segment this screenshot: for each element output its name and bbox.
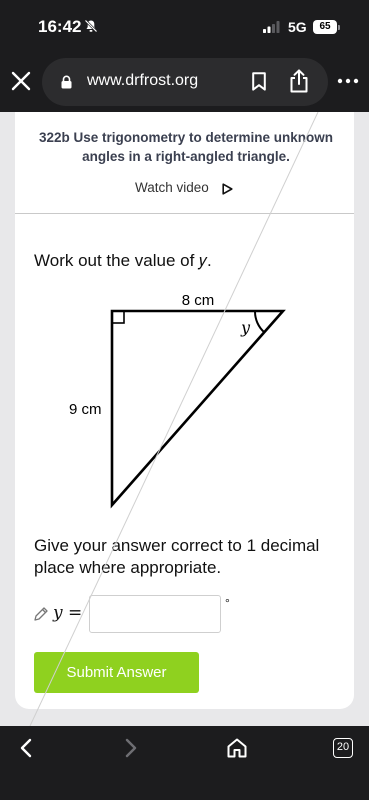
pencil-icon [34,607,48,621]
left-side-label: 9 cm [69,401,102,418]
web-page: 322b Use trigonometry to determine unkno… [0,112,369,726]
back-arrow-icon[interactable] [17,738,35,758]
close-icon[interactable] [10,70,32,92]
watch-video-link[interactable]: Watch video [135,180,209,195]
status-bar: 16:42 5G 65 [0,0,369,52]
share-icon[interactable] [289,69,309,93]
phone-screen: 16:42 5G 65 www.drfrost.org 322b Use tri… [0,0,369,800]
angle-arc [253,310,266,334]
tab-count-button[interactable]: 20 [333,738,353,758]
browser-bottom-nav: 20 [0,726,369,800]
home-icon[interactable] [226,737,248,759]
bookmark-icon[interactable] [252,72,266,91]
bell-mute-icon [84,19,98,33]
lock-icon [61,75,72,89]
right-triangle [110,309,286,509]
right-angle-marker [111,310,125,324]
top-side-label: 8 cm [182,292,215,309]
triangle-diagram: 8 cm 9 cm y [69,292,286,509]
task-title: 322b Use trigonometry to determine unkno… [38,130,334,164]
battery-tip [338,25,340,30]
answer-instruction: Give your answer correct to 1 decimal pl… [34,536,320,577]
angle-label: y [240,318,251,337]
battery-indicator: 65 [313,20,337,34]
play-icon[interactable] [222,183,233,195]
task-header: 322b Use trigonometry to determine unkno… [15,112,354,214]
submit-answer-button[interactable]: Submit Answer [34,652,199,693]
answer-variable-label: 𝑦 = [53,603,83,623]
url-text: www.drfrost.org [87,72,199,89]
answer-input[interactable] [89,595,221,633]
more-options-icon[interactable] [337,77,359,85]
status-time: 16:42 [38,17,82,36]
question-prompt: Work out the value of 𝑦. [34,251,212,270]
address-bar[interactable]: www.drfrost.org [42,58,328,106]
cellular-signal-icon [263,21,280,33]
question-card: 322b Use trigonometry to determine unkno… [15,112,354,709]
network-type: 5G [288,19,307,35]
degree-unit: ° [225,596,230,610]
forward-arrow-icon[interactable] [122,738,140,758]
